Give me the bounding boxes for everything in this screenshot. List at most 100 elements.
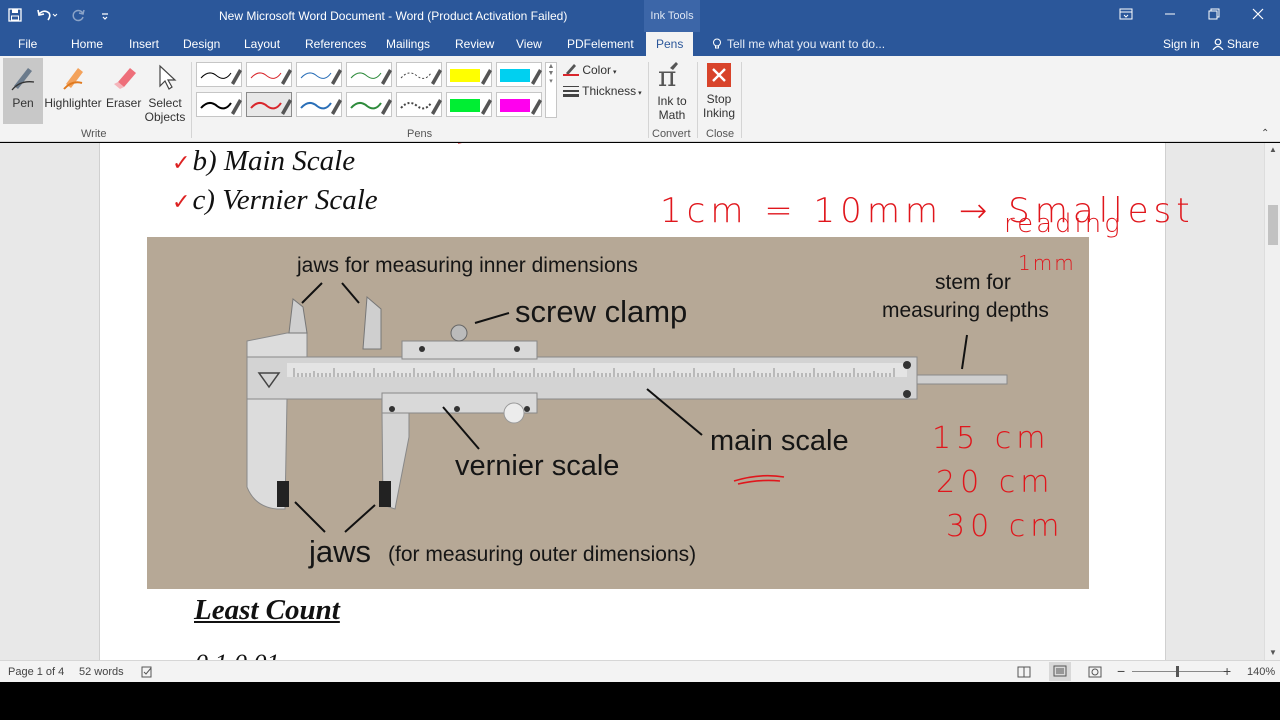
- group-separator: [697, 62, 698, 138]
- select-label-1: Select: [148, 96, 182, 110]
- label-jaws: jaws: [309, 534, 372, 569]
- read-mode-icon[interactable]: [1017, 666, 1031, 681]
- list-item-vernier-scale: ✓c) Vernier Scale: [172, 184, 378, 217]
- tab-home[interactable]: Home: [71, 37, 103, 51]
- pen-swatch[interactable]: [396, 92, 442, 117]
- ink-stroke-fragment[interactable]: [440, 143, 480, 147]
- zoom-out-icon[interactable]: −: [1117, 663, 1125, 679]
- thickness-icon: [563, 86, 579, 97]
- title-bar: New Microsoft Word Document - Word (Prod…: [0, 0, 1280, 32]
- tab-references[interactable]: References: [305, 37, 366, 51]
- proofing-icon[interactable]: [141, 666, 153, 681]
- label-vernier-scale: vernier scale: [455, 450, 620, 482]
- pen-stroke-icon: [300, 99, 342, 115]
- pen-icon: [11, 68, 35, 91]
- page-count[interactable]: Page 1 of 4: [8, 666, 64, 678]
- color-icon: [563, 64, 579, 76]
- pen-swatch[interactable]: [346, 62, 392, 87]
- tab-pdfelement[interactable]: PDFelement: [567, 37, 634, 51]
- word-count[interactable]: 52 words: [79, 666, 124, 678]
- pen-swatch[interactable]: [496, 92, 542, 117]
- tell-me-search[interactable]: Tell me what you want to do...: [712, 37, 885, 51]
- pen-swatch[interactable]: [396, 62, 442, 87]
- stop-label-2: Inking: [702, 106, 736, 120]
- check-mark-ink: ✓: [172, 150, 191, 175]
- pen-swatch[interactable]: [196, 62, 242, 87]
- pen-swatch[interactable]: [496, 62, 542, 87]
- thickness-dropdown[interactable]: Thickness ▾: [563, 84, 642, 98]
- pen-stroke-icon: [250, 69, 292, 85]
- tab-design[interactable]: Design: [183, 37, 220, 51]
- eraser-button[interactable]: Eraser: [106, 62, 142, 110]
- label-outer-dimensions: (for measuring outer dimensions): [388, 543, 697, 566]
- color-dropdown[interactable]: Color ▾: [563, 62, 617, 77]
- scroll-up-icon[interactable]: ▲: [1265, 145, 1280, 154]
- pen-swatch[interactable]: [246, 92, 292, 117]
- tab-mailings[interactable]: Mailings: [386, 37, 430, 51]
- ink-annotation-mm[interactable]: 1mm: [1018, 251, 1076, 275]
- pen-stroke-icon: [250, 99, 292, 115]
- zoom-in-icon[interactable]: +: [1223, 663, 1231, 679]
- customize-qat-icon[interactable]: [100, 8, 110, 24]
- tab-layout[interactable]: Layout: [244, 37, 280, 51]
- vertical-scrollbar[interactable]: ▲ ▼: [1264, 143, 1280, 660]
- label-stem-1: stem for: [935, 271, 1011, 294]
- pen-swatch[interactable]: [446, 92, 492, 117]
- pen-swatch[interactable]: [296, 62, 342, 87]
- pen-swatch[interactable]: [446, 62, 492, 87]
- pen-swatch[interactable]: [296, 92, 342, 117]
- zoom-slider-thumb[interactable]: [1176, 666, 1179, 677]
- save-icon[interactable]: [8, 7, 22, 25]
- minimize-icon[interactable]: [1148, 0, 1192, 32]
- ribbon-tabs: File Home Insert Design Layout Reference…: [0, 32, 1280, 56]
- document-page[interactable]: ✓b) Main Scale ✓c) Vernier Scale jaws fo…: [99, 143, 1190, 660]
- ink-to-math-button[interactable]: π Ink to Math: [652, 60, 692, 122]
- status-bar: Page 1 of 4 52 words − + 140%: [0, 660, 1280, 682]
- restore-icon[interactable]: [1192, 0, 1236, 32]
- ink-annotation-reading[interactable]: reading: [1004, 209, 1123, 239]
- collapse-ribbon-icon[interactable]: ⌃: [1261, 128, 1269, 139]
- select-objects-button[interactable]: Select Objects: [144, 62, 186, 124]
- group-separator: [741, 62, 742, 138]
- pen-button[interactable]: Pen: [6, 62, 40, 110]
- pen-stroke-icon: [300, 69, 342, 85]
- share-button[interactable]: Share: [1212, 37, 1259, 51]
- highlighter-button[interactable]: Highlighter: [44, 62, 102, 110]
- quick-access-toolbar: [8, 0, 110, 32]
- pen-swatch[interactable]: [246, 62, 292, 87]
- group-separator: [648, 62, 649, 138]
- pen-swatch[interactable]: [196, 92, 242, 117]
- lightbulb-icon: [713, 38, 721, 49]
- tab-insert[interactable]: Insert: [129, 37, 159, 51]
- ribbon-display-options-icon[interactable]: [1104, 0, 1148, 32]
- print-layout-icon[interactable]: [1049, 662, 1071, 681]
- tab-review[interactable]: Review: [455, 37, 494, 51]
- scroll-down-icon[interactable]: ▼: [1265, 648, 1280, 657]
- web-layout-icon[interactable]: [1088, 666, 1102, 681]
- zoom-level[interactable]: 140%: [1247, 666, 1275, 678]
- gallery-scroll[interactable]: ▲ ▼ ▾: [545, 62, 557, 118]
- ink-annotation-20cm[interactable]: 20 cm: [936, 465, 1054, 500]
- ink-annotation-15cm[interactable]: 15 cm: [932, 421, 1050, 456]
- scroll-thumb[interactable]: [1268, 205, 1278, 245]
- color-label: Color: [582, 63, 612, 77]
- eraser-label: Eraser: [106, 96, 142, 110]
- select-label-2: Objects: [144, 110, 186, 124]
- ink-underline-stroke[interactable]: [730, 471, 790, 487]
- ink-annotation-30cm[interactable]: 30 cm: [946, 509, 1064, 544]
- pen-gallery: [196, 62, 544, 118]
- undo-icon[interactable]: [36, 8, 58, 25]
- sign-in-link[interactable]: Sign in: [1163, 37, 1200, 51]
- tab-view[interactable]: View: [516, 37, 542, 51]
- ink-math-label-2: Math: [658, 108, 686, 122]
- tab-file[interactable]: File: [18, 37, 37, 51]
- highlighter-label: Highlighter: [44, 96, 102, 110]
- person-icon: [1212, 38, 1224, 51]
- pen-swatch[interactable]: [346, 92, 392, 117]
- redo-icon[interactable]: [72, 8, 86, 25]
- close-icon[interactable]: [1236, 0, 1280, 32]
- label-inner-jaws: jaws for measuring inner dimensions: [297, 254, 638, 277]
- pen-stroke-icon: [200, 99, 242, 115]
- stop-inking-button[interactable]: Stop Inking: [700, 62, 738, 120]
- tab-pens[interactable]: Pens: [646, 32, 694, 56]
